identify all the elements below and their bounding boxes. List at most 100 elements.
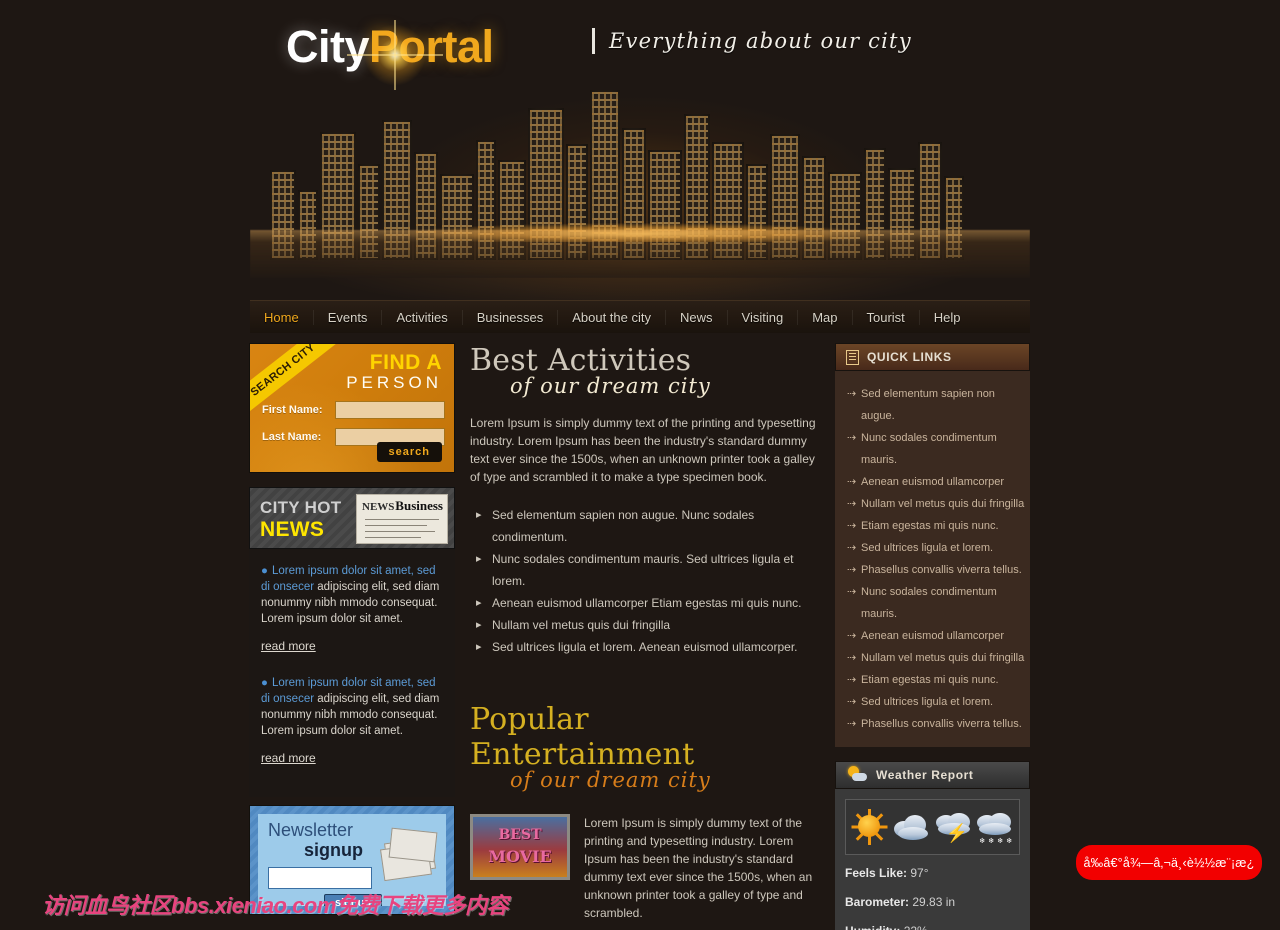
hot-news-list: ● Lorem ipsum dolor sit amet, sed di onse… [249, 549, 455, 797]
city-skyline-image [250, 78, 1030, 278]
popular-entertainment-title: Popular Entertainment [470, 702, 695, 772]
list-item[interactable]: Sed elementum sapien non augue. Nunc sod… [470, 504, 820, 548]
quick-link-item[interactable]: Sed ultrices ligula et lorem. [835, 691, 1030, 713]
logo-primary-text: City [286, 21, 370, 72]
sun-icon [850, 807, 890, 847]
weather-report-heading: Weather Report [876, 768, 974, 782]
list-item[interactable]: Aenean euismod ullamcorper Etiam egestas… [470, 592, 820, 614]
search-city-ribbon-label: SEARCH CITY [249, 343, 318, 399]
weather-stat-value: 22% [904, 924, 928, 930]
popular-entertainment-subtitle: of our dream city [510, 768, 711, 792]
nav-item-tourist[interactable]: Tourist [853, 310, 919, 325]
weather-report-header: Weather Report [835, 761, 1030, 789]
floating-download-button[interactable]: å‰â€°å¾—â‚¬ä¸‹è½½æ¨¡æ¿ [1076, 845, 1262, 880]
bullet-icon: ● [261, 677, 268, 689]
find-a-person-title: FIND A PERSON [346, 351, 442, 393]
quick-link-item[interactable]: Aenean euismod ullamcorper [835, 625, 1030, 647]
tagline-block: Everything about our city [592, 28, 912, 54]
best-movie-thumbnail[interactable]: BEST MOVIE [470, 814, 570, 880]
search-button[interactable]: search [376, 442, 442, 462]
quick-link-item[interactable]: Nunc sodales condimentum mauris. [835, 581, 1030, 625]
quick-links-heading: QUICK LINKS [867, 350, 952, 364]
nav-item-help[interactable]: Help [920, 310, 975, 325]
nav-item-about-the-city[interactable]: About the city [558, 310, 665, 325]
newspaper-heading-left: NEWS [362, 501, 395, 513]
find-a-person-title-line1: FIND A [369, 351, 442, 374]
newsletter-email-input[interactable] [268, 867, 372, 889]
nav-item-visiting[interactable]: Visiting [728, 310, 798, 325]
find-a-person-widget: SEARCH CITY FIND A PERSON First Name: La… [249, 343, 455, 473]
weather-stat-value: 97° [910, 866, 929, 880]
weather-stat: Humidity: 22% [845, 921, 1020, 930]
best-activities-paragraph: Lorem Ipsum is simply dummy text of the … [470, 416, 816, 484]
sun-cloud-icon [846, 766, 868, 784]
quick-link-item[interactable]: Aenean euismod ullamcorper [835, 471, 1030, 493]
newspaper-heading-right: Business [395, 498, 443, 513]
weather-report-panel: ❄ ❄ ❄ ❄ Feels Like: 97° Barometer: 29.83… [835, 789, 1030, 930]
quick-link-item[interactable]: Sed ultrices ligula et lorem. [835, 537, 1030, 559]
nav-item-activities[interactable]: Activities [382, 310, 461, 325]
last-name-label: Last Name: [262, 431, 322, 443]
first-name-label: First Name: [262, 404, 323, 416]
site-header: CityPortal Everything about our city [0, 0, 1280, 300]
quick-links-header: QUICK LINKS [835, 343, 1030, 371]
news-item: ● Lorem ipsum dolor sit amet, sed di onse… [261, 675, 443, 783]
water-reflection [250, 230, 1030, 278]
read-more-link[interactable]: read more [261, 751, 316, 765]
movie-thumb-label-line2: MOVIE [488, 847, 552, 866]
thunderstorm-icon [934, 807, 974, 847]
right-sidebar: QUICK LINKS Sed elementum sapien non aug… [835, 343, 1030, 930]
weather-stat-value: 29.83 in [912, 895, 956, 909]
quick-link-item[interactable]: Phasellus convallis viverra tellus. [835, 559, 1030, 581]
weather-stat-label: Barometer: [845, 895, 910, 909]
cloudy-icon [892, 807, 932, 847]
newspaper-image: NEWS Business [356, 494, 448, 544]
list-item[interactable]: Sed ultrices ligula et lorem. Aenean eui… [470, 636, 820, 658]
find-a-person-title-line2: PERSON [346, 373, 442, 393]
quick-link-item[interactable]: Nunc sodales condimentum mauris. [835, 427, 1030, 471]
weather-stat-label: Feels Like: [845, 866, 908, 880]
hot-news-title-line1: CITY HOT [260, 498, 342, 517]
main-navigation[interactable]: Home Events Activities Businesses About … [250, 300, 1030, 333]
best-activities-list: Sed elementum sapien non augue. Nunc sod… [470, 504, 820, 658]
nav-item-events[interactable]: Events [314, 310, 382, 325]
best-activities-title: Best Activities [470, 343, 692, 378]
bullet-icon: ● [261, 565, 268, 577]
weather-stat-label: Humidity: [845, 924, 900, 930]
hot-news-title-line2: NEWS [260, 518, 325, 541]
tagline-divider [592, 28, 595, 54]
news-item: ● Lorem ipsum dolor sit amet, sed di onse… [261, 563, 443, 671]
newsletter-title-line2: signup [304, 840, 363, 860]
quick-link-item[interactable]: Nullam vel metus quis dui fringilla [835, 493, 1030, 515]
weather-stat: Barometer: 29.83 in [845, 892, 1020, 913]
page-root: CityPortal Everything about our city Hom… [0, 0, 1280, 930]
list-item[interactable]: Nullam vel metus quis dui fringilla [470, 614, 820, 636]
nav-item-news[interactable]: News [666, 310, 727, 325]
read-more-link[interactable]: read more [261, 639, 316, 653]
watermark-text: 访问血鸟社区bbs.xieniao.com免费下载更多内容 [42, 893, 508, 918]
nav-item-home[interactable]: Home [250, 310, 313, 325]
city-hot-news-header: CITY HOT NEWS NEWS Business [249, 487, 455, 549]
weather-icon-strip: ❄ ❄ ❄ ❄ [845, 799, 1020, 855]
envelopes-icon [380, 824, 442, 886]
logo-secondary-text: Portal [369, 21, 494, 72]
main-content-column: Best Activities of our dream city Lorem … [470, 343, 820, 930]
nav-item-map[interactable]: Map [798, 310, 851, 325]
list-item[interactable]: Nunc sodales condimentum mauris. Sed ult… [470, 548, 820, 592]
quick-links-panel: Sed elementum sapien non augue. Nunc sod… [835, 371, 1030, 747]
nav-item-businesses[interactable]: Businesses [463, 310, 557, 325]
left-sidebar: SEARCH CITY FIND A PERSON First Name: La… [249, 343, 455, 915]
document-icon [846, 349, 859, 365]
quick-link-item[interactable]: Sed elementum sapien non augue. [835, 383, 1030, 427]
quick-link-item[interactable]: Etiam egestas mi quis nunc. [835, 669, 1030, 691]
quick-link-item[interactable]: Phasellus convallis viverra tellus. [835, 713, 1030, 735]
best-activities-subtitle: of our dream city [510, 374, 711, 398]
quick-link-item[interactable]: Nullam vel metus quis dui fringilla [835, 647, 1030, 669]
first-name-input[interactable] [335, 401, 445, 419]
first-name-row: First Name: [262, 401, 445, 419]
quick-link-item[interactable]: Etiam egestas mi quis nunc. [835, 515, 1030, 537]
newsletter-title-line1: Newsletter [268, 820, 354, 840]
site-logo[interactable]: CityPortal [286, 16, 494, 86]
movie-thumb-label-line1: BEST [498, 827, 542, 843]
snow-icon: ❄ ❄ ❄ ❄ [975, 807, 1015, 847]
